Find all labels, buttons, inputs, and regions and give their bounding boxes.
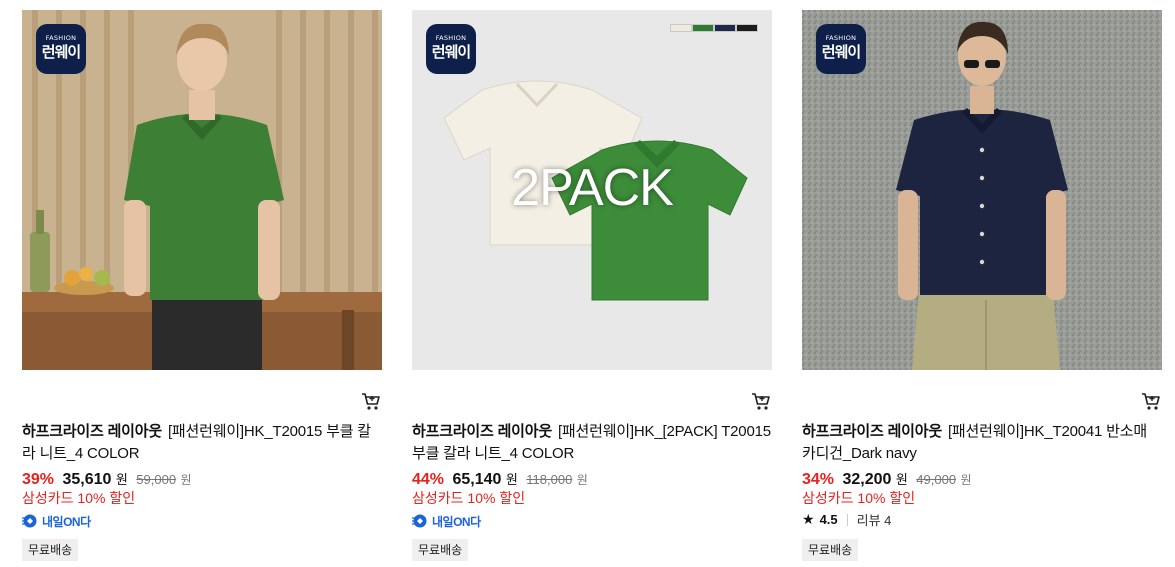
- sale-price-unit: 원: [505, 472, 518, 487]
- product-title[interactable]: 하프크라이즈 레이아웃 [패션런웨이]HK_T20041 반소매 카디건_Dark…: [802, 421, 1162, 465]
- product-image[interactable]: FASHION 런웨이 2PACK: [412, 10, 772, 370]
- delivery-badge: 내일ON다: [22, 513, 91, 529]
- product-title[interactable]: 하프크라이즈 레이아웃 [패션런웨이]HK_T20015 부클 칼라 니트_4 C…: [22, 421, 382, 465]
- color-swatch: [736, 24, 758, 32]
- product-card[interactable]: FASHION 런웨이 하프크라이즈 레이아웃 [패션런웨이]HK_T20015 …: [22, 10, 382, 567]
- delivery-label: 내일ON다: [432, 514, 481, 529]
- original-price-unit: 원: [180, 473, 192, 487]
- product-card[interactable]: FASHION 런웨이 하프크라이즈 레이아웃 [패션런웨이]HK_T20041 …: [802, 10, 1162, 567]
- color-swatch: [692, 24, 714, 32]
- delivery-truck-icon: [22, 514, 37, 528]
- discount-rate: 44%: [412, 471, 445, 488]
- pack-overlay-text: 2PACK: [511, 159, 674, 217]
- sale-price-unit: 원: [115, 472, 128, 487]
- free-shipping-tag: 무료배송: [412, 539, 469, 561]
- original-price-unit: 원: [576, 473, 588, 487]
- brand-name: 하프크라이즈 레이아웃: [802, 423, 942, 440]
- sale-price: 32,200: [842, 471, 892, 488]
- delivery-truck-icon: [412, 514, 427, 528]
- rating-divider: [846, 513, 848, 526]
- free-shipping-tag: 무료배송: [22, 539, 79, 561]
- add-to-cart-icon[interactable]: [750, 390, 772, 412]
- discount-rate: 34%: [802, 471, 835, 488]
- star-icon: ★: [802, 511, 815, 527]
- price-row: 34% 32,200 원 49,000 원: [802, 469, 972, 489]
- price-row: 39% 35,610 원 59,000 원: [22, 469, 192, 489]
- color-swatch: [714, 24, 736, 32]
- product-image[interactable]: FASHION 런웨이: [802, 10, 1162, 370]
- original-price: 49,000: [916, 472, 957, 487]
- badge-top-text: FASHION: [45, 34, 77, 42]
- discount-rate: 39%: [22, 471, 55, 488]
- add-to-cart-icon[interactable]: [360, 390, 382, 412]
- badge-main-text: 런웨이: [431, 43, 471, 61]
- color-swatch: [670, 24, 692, 32]
- badge-main-text: 런웨이: [41, 43, 81, 61]
- fashion-runway-badge: FASHION 런웨이: [426, 24, 476, 74]
- badge-top-text: FASHION: [825, 34, 857, 42]
- delivery-label: 내일ON다: [42, 514, 91, 529]
- free-shipping-tag: 무료배송: [802, 539, 859, 561]
- badge-main-text: 런웨이: [821, 43, 861, 61]
- card-discount-promo: 삼성카드 10% 할인: [22, 490, 136, 506]
- original-price: 118,000: [526, 472, 573, 487]
- rating-score: 4.5: [819, 512, 838, 527]
- color-swatches: [670, 24, 758, 32]
- product-card[interactable]: FASHION 런웨이 2PACK 하프크라이즈 레이아웃 [패션런웨이]HK_[…: [412, 10, 772, 567]
- sale-price: 65,140: [452, 471, 502, 488]
- delivery-badge: 내일ON다: [412, 513, 481, 529]
- card-discount-promo: 삼성카드 10% 할인: [802, 490, 916, 506]
- add-to-cart-icon[interactable]: [1140, 390, 1162, 412]
- fashion-runway-badge: FASHION 런웨이: [816, 24, 866, 74]
- price-row: 44% 65,140 원 118,000 원: [412, 469, 588, 489]
- card-discount-promo: 삼성카드 10% 할인: [412, 490, 526, 506]
- product-image[interactable]: FASHION 런웨이: [22, 10, 382, 370]
- product-title[interactable]: 하프크라이즈 레이아웃 [패션런웨이]HK_[2PACK] T20015 부클 칼…: [412, 421, 772, 465]
- badge-top-text: FASHION: [435, 34, 467, 42]
- original-price-unit: 원: [960, 473, 972, 487]
- review-count: 리뷰 4: [856, 513, 892, 528]
- brand-name: 하프크라이즈 레이아웃: [22, 423, 162, 440]
- sale-price: 35,610: [62, 471, 112, 488]
- rating-row[interactable]: ★ 4.5 리뷰 4: [802, 510, 891, 529]
- brand-name: 하프크라이즈 레이아웃: [412, 423, 552, 440]
- fashion-runway-badge: FASHION 런웨이: [36, 24, 86, 74]
- sale-price-unit: 원: [895, 472, 908, 487]
- original-price: 59,000: [136, 472, 177, 487]
